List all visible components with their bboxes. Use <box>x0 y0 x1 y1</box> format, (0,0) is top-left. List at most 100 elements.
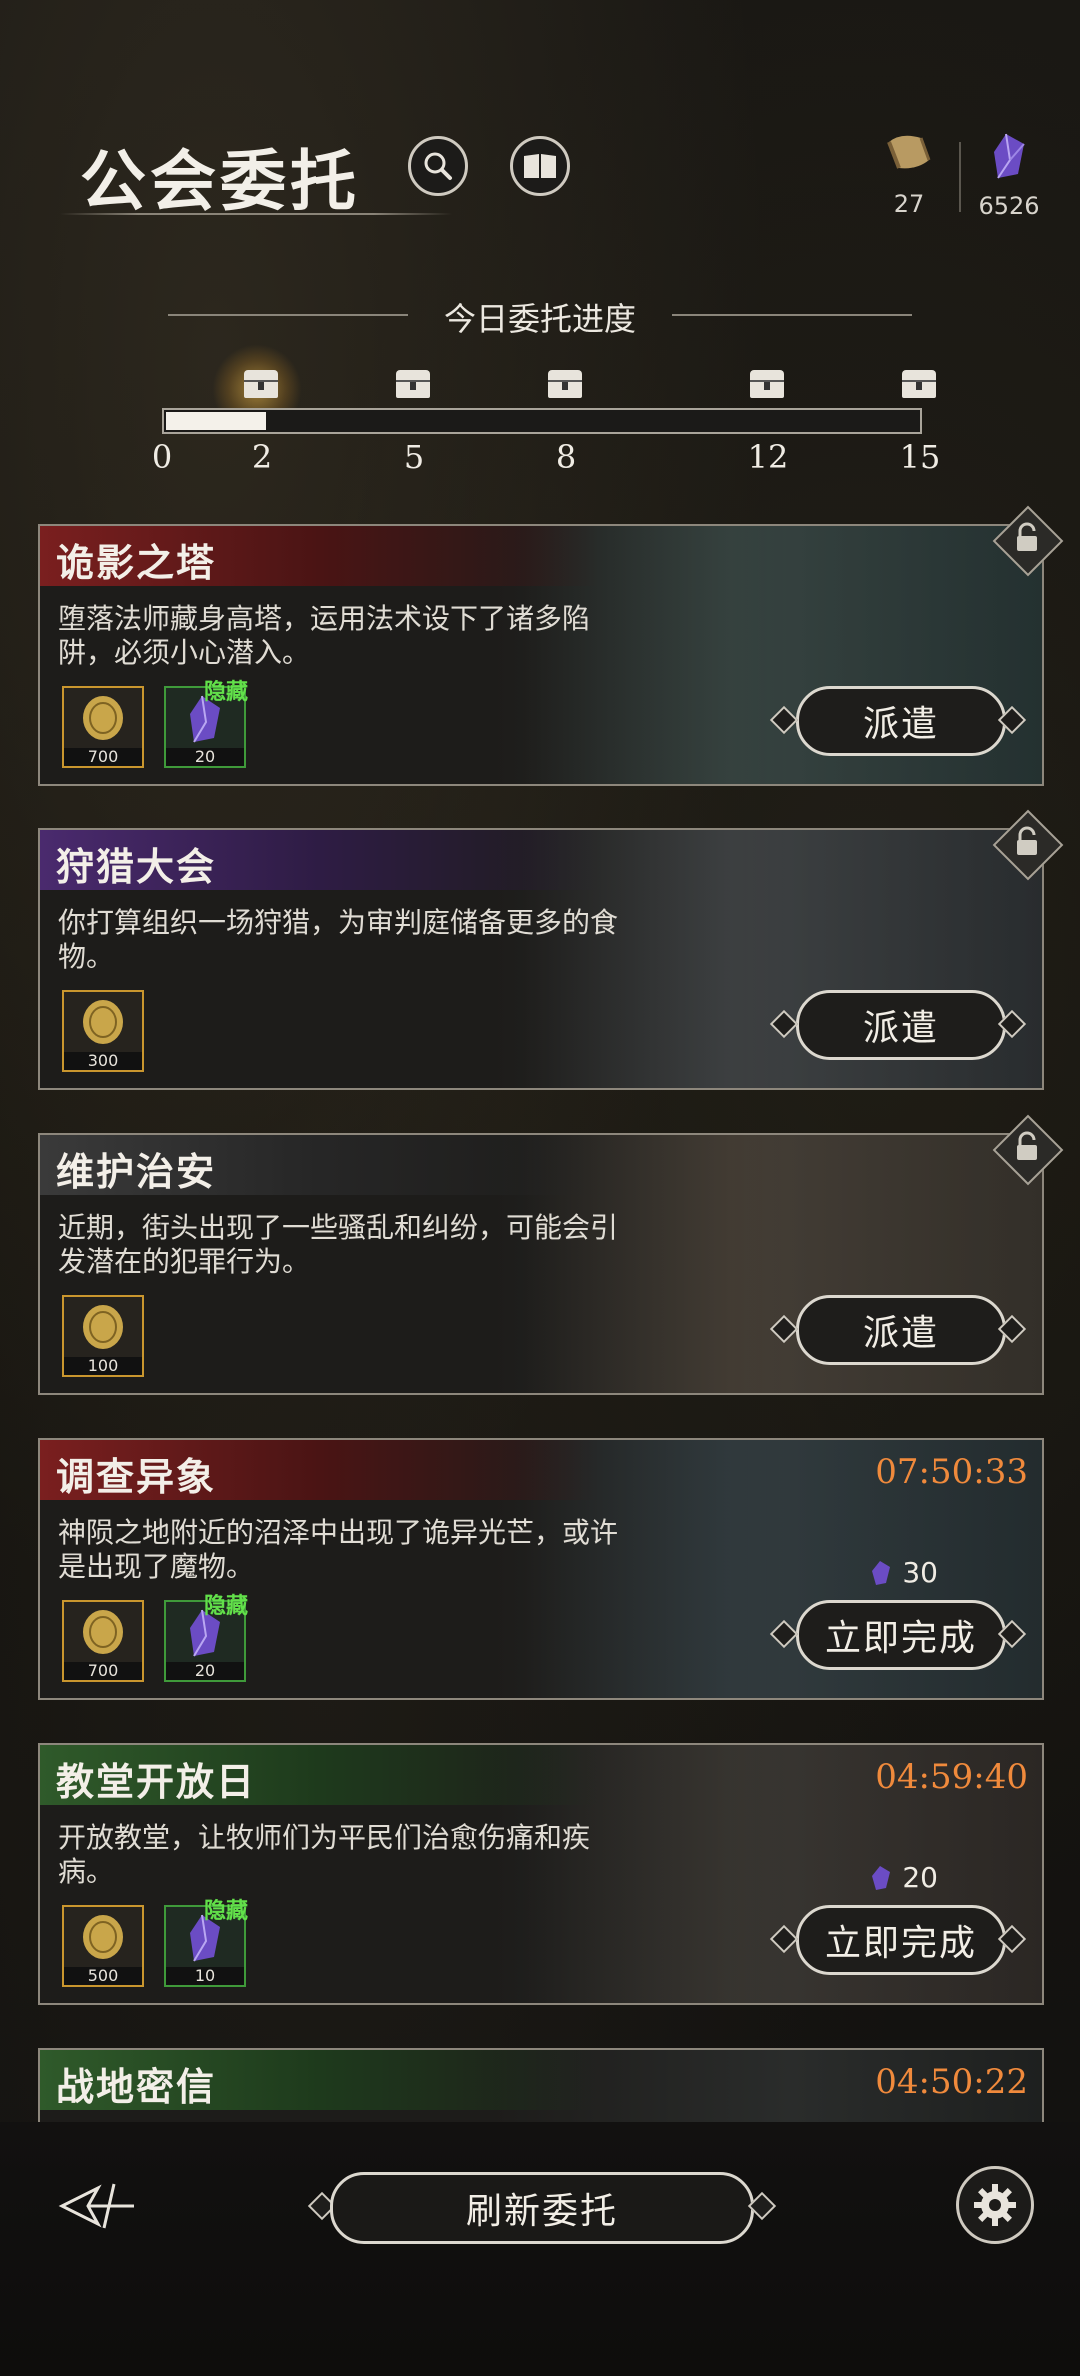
hidden-tag: 隐藏 <box>203 679 248 705</box>
quest-desc-line: 近期，街头出现了一些骚乱和纠纷，可能会引 <box>58 1211 619 1244</box>
bottom-bar <box>0 2122 1080 2376</box>
quest-timer: 04:50:22 <box>875 2062 1028 2102</box>
gear-icon <box>974 2184 1016 2226</box>
crystal-count: 6526 <box>978 192 1040 220</box>
coin-icon <box>83 1305 123 1349</box>
quest-header: 狩猎大会 <box>40 830 600 890</box>
progress-tick: 5 <box>403 438 425 476</box>
quest-name: 调查异象 <box>56 1454 217 1499</box>
quest-header: 调查异象 <box>40 1440 600 1500</box>
back-arrow-icon <box>58 2183 134 2229</box>
quest-description: 你打算组织一场狩猎，为审判庭储备更多的食 物。 <box>58 906 718 974</box>
complete-cost: 20 <box>868 1861 938 1894</box>
crystal-resource: 6526 <box>964 130 1054 220</box>
reward-coin[interactable]: 300 <box>62 990 144 1072</box>
back-button[interactable] <box>58 2178 138 2234</box>
quest-desc-line: 你打算组织一场狩猎，为审判庭储备更多的食 <box>58 906 619 939</box>
quest-desc-line: 物。 <box>58 940 115 973</box>
reward-amount: 100 <box>64 1357 142 1375</box>
scroll-count: 27 <box>893 190 925 218</box>
milestone-chest-8[interactable] <box>548 370 582 398</box>
coin-icon <box>83 696 123 740</box>
quest-card: 战地密信 04:50:22 <box>38 2048 1044 2130</box>
milestone-chest-2[interactable] <box>244 370 278 398</box>
instant-complete-button[interactable]: 立即完成 <box>796 1905 1006 1975</box>
scroll-resource: 27 <box>864 130 954 218</box>
progress-fill <box>166 412 266 430</box>
cost-value: 20 <box>902 1861 938 1894</box>
quest-desc-line: 开放教堂，让牧师们为平民们治愈伤痛和疾 <box>58 1821 591 1854</box>
cost-value: 30 <box>902 1556 938 1589</box>
dispatch-button[interactable]: 派遣 <box>796 990 1006 1060</box>
reward-coin[interactable]: 700 <box>62 1600 144 1682</box>
progress-title: 今日委托进度 <box>443 300 636 338</box>
reward-coin[interactable]: 700 <box>62 686 144 768</box>
page-title: 公会委托 <box>80 142 360 220</box>
scroll-icon <box>887 135 931 169</box>
reward-coin[interactable]: 500 <box>62 1905 144 1987</box>
reward-crystal[interactable]: 隐藏 20 <box>164 1593 248 1682</box>
quest-card: 教堂开放日 04:59:40 开放教堂，让牧师们为平民们治愈伤痛和疾 病。 50… <box>38 1743 1044 2005</box>
milestone-chest-12[interactable] <box>750 370 784 398</box>
lock-badge <box>992 505 1064 577</box>
quest-name: 教堂开放日 <box>56 1759 257 1804</box>
progress-bar <box>162 408 922 434</box>
reward-crystal[interactable]: 隐藏 10 <box>164 1898 248 1987</box>
quest-desc-line: 阱，必须小心潜入。 <box>58 636 311 669</box>
title-underline <box>60 213 452 215</box>
refresh-button[interactable]: 刷新委托 <box>330 2172 754 2244</box>
progress-tick: 12 <box>747 438 789 476</box>
quest-header: 战地密信 <box>40 2050 600 2110</box>
quest-timer: 07:50:33 <box>875 1452 1028 1492</box>
lock-badge <box>992 1114 1064 1186</box>
quest-description: 开放教堂，让牧师们为平民们治愈伤痛和疾 病。 <box>58 1821 718 1889</box>
lock-badge <box>992 809 1064 881</box>
quest-header: 教堂开放日 <box>40 1745 600 1805</box>
quest-name: 诡影之塔 <box>56 540 217 585</box>
dispatch-button[interactable]: 派遣 <box>796 1295 1006 1365</box>
hidden-tag: 隐藏 <box>203 1898 248 1924</box>
reward-coin[interactable]: 100 <box>62 1295 144 1377</box>
crystal-icon <box>872 1560 891 1585</box>
coin-icon <box>83 1000 123 1044</box>
quest-desc-line: 神陨之地附近的沼泽中出现了诡异光芒，或许 <box>58 1516 619 1549</box>
search-icon <box>424 152 452 180</box>
quest-description: 神陨之地附近的沼泽中出现了诡异光芒，或许 是出现了魔物。 <box>58 1516 718 1584</box>
lock-icon <box>1017 1131 1037 1160</box>
progress-tick: 2 <box>251 438 273 476</box>
quest-desc-line: 是出现了魔物。 <box>58 1550 255 1583</box>
milestone-chest-5[interactable] <box>396 370 430 398</box>
reward-amount: 300 <box>64 1052 142 1070</box>
reward-amount: 500 <box>64 1967 142 1985</box>
milestone-chest-15[interactable] <box>902 370 936 398</box>
instant-complete-button[interactable]: 立即完成 <box>796 1600 1006 1670</box>
quest-description: 近期，街头出现了一些骚乱和纠纷，可能会引 发潜在的犯罪行为。 <box>58 1211 718 1279</box>
coin-icon <box>83 1610 123 1654</box>
reward-amount: 10 <box>166 1967 244 1985</box>
book-icon <box>524 154 556 178</box>
complete-cost: 30 <box>868 1556 938 1589</box>
guide-button[interactable] <box>510 136 570 196</box>
progress-tick-start: 0 <box>151 438 173 476</box>
search-button[interactable] <box>408 136 468 196</box>
quest-desc-line: 堕落法师藏身高塔，运用法术设下了诸多陷 <box>58 602 591 635</box>
reward-crystal[interactable]: 隐藏 20 <box>164 679 248 768</box>
reward-amount: 700 <box>64 748 142 766</box>
quest-name: 狩猎大会 <box>56 844 217 889</box>
crystal-icon <box>872 1865 891 1890</box>
quest-card: 维护治安 近期，街头出现了一些骚乱和纠纷，可能会引 发潜在的犯罪行为。 100 … <box>38 1133 1044 1395</box>
quest-name: 战地密信 <box>56 2064 217 2109</box>
quest-card: 诡影之塔 堕落法师藏身高塔，运用法术设下了诸多陷 阱，必须小心潜入。 700 隐… <box>38 524 1044 786</box>
quest-desc-line: 发潜在的犯罪行为。 <box>58 1245 311 1278</box>
quest-card: 调查异象 07:50:33 神陨之地附近的沼泽中出现了诡异光芒，或许 是出现了魔… <box>38 1438 1044 1700</box>
quest-name: 维护治安 <box>56 1149 217 1194</box>
coin-icon <box>83 1915 123 1959</box>
quest-timer: 04:59:40 <box>875 1757 1028 1797</box>
settings-button[interactable] <box>956 2166 1034 2244</box>
lock-icon <box>1017 826 1037 855</box>
quest-header: 维护治安 <box>40 1135 600 1195</box>
progress-tick: 8 <box>555 438 577 476</box>
crystal-icon <box>994 133 1025 179</box>
dispatch-button[interactable]: 派遣 <box>796 686 1006 756</box>
quest-header: 诡影之塔 <box>40 526 600 586</box>
